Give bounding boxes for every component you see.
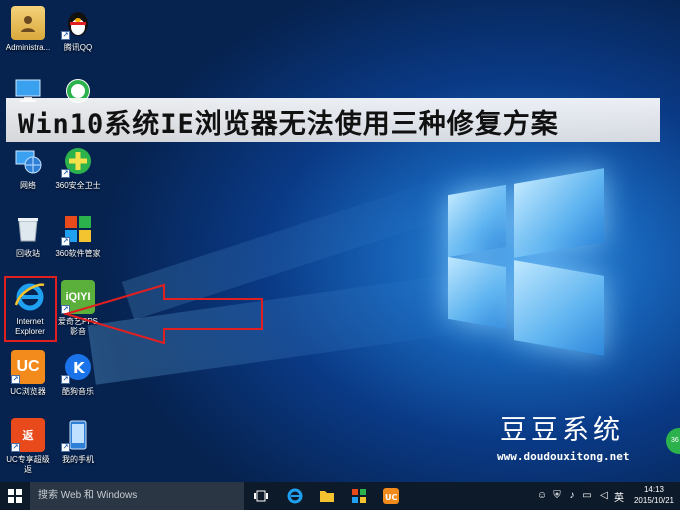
desktop-icon-360-software-manager[interactable]: ↗ 360软件管家 bbox=[50, 212, 106, 259]
desktop-icon-360-security[interactable]: ↗ 360安全卫士 bbox=[50, 144, 106, 191]
desktop-icon-network[interactable]: 网络 bbox=[0, 144, 56, 191]
search-input[interactable]: 搜索 Web 和 Windows bbox=[30, 482, 244, 510]
speaker-icon[interactable]: ♪ bbox=[566, 490, 578, 502]
kugou-icon: K ↗ bbox=[61, 350, 95, 384]
desktop-icon-label: 回收站 bbox=[16, 249, 40, 258]
desktop-icon-my-phone[interactable]: ↗ 我的手机 bbox=[50, 418, 106, 465]
desktop-icon-label: 360安全卫士 bbox=[55, 181, 101, 190]
desktop-icon-label: 腾讯QQ bbox=[63, 43, 93, 52]
task-view-icon bbox=[254, 490, 268, 502]
desktop[interactable]: Administra... 网络 回收站 Internet Explorer U… bbox=[0, 0, 680, 482]
uc-browser-icon: UC bbox=[383, 488, 399, 504]
clock[interactable]: 14:13 2015/10/21 bbox=[630, 484, 678, 506]
wallpaper-window-pane bbox=[448, 184, 506, 258]
shortcut-arrow-icon: ↗ bbox=[11, 375, 20, 384]
pointer-arrow-icon bbox=[62, 283, 263, 345]
windows-logo-icon bbox=[8, 489, 22, 503]
desktop-icon-uc-rebate[interactable]: 返 ↗ UC专享超级返 bbox=[0, 418, 56, 475]
folder-icon bbox=[320, 491, 334, 502]
taskbar-store-button[interactable] bbox=[344, 482, 374, 510]
desktop-icon-label: UC浏览器 bbox=[10, 387, 46, 396]
clock-time: 14:13 bbox=[643, 485, 665, 494]
desktop-icon-label: Administra... bbox=[5, 43, 51, 52]
desktop-icon-uc-browser[interactable]: UC ↗ UC浏览器 bbox=[0, 350, 56, 397]
shortcut-arrow-icon: ↗ bbox=[61, 31, 70, 40]
wallpaper-window-pane bbox=[514, 168, 604, 258]
volume-icon[interactable]: ◁ bbox=[598, 490, 610, 502]
shortcut-arrow-icon: ↗ bbox=[61, 169, 70, 178]
desktop-icon-label: 360软件管家 bbox=[55, 249, 101, 258]
taskbar-explorer-button[interactable] bbox=[312, 482, 342, 510]
shortcut-arrow-icon: ↗ bbox=[61, 443, 70, 452]
title-banner: Win10系统IE浏览器无法使用三种修复方案 bbox=[6, 98, 660, 142]
360-software-manager-icon: ↗ bbox=[61, 212, 95, 246]
desktop-icon-administrator[interactable]: Administra... bbox=[0, 6, 56, 53]
people-icon[interactable]: ☺ bbox=[536, 490, 548, 502]
desktop-icon-label: 网络 bbox=[20, 181, 36, 190]
taskbar-uc-button[interactable]: UC bbox=[376, 482, 406, 510]
edge-icon bbox=[287, 488, 303, 504]
brand-name: 豆豆系统 bbox=[500, 415, 624, 446]
uc-browser-icon: UC ↗ bbox=[11, 350, 45, 384]
wallpaper-window-pane bbox=[448, 256, 506, 330]
desktop-icon-label: 我的手机 bbox=[62, 455, 94, 464]
wallpaper-window-pane bbox=[514, 260, 604, 356]
360-security-icon: ↗ bbox=[61, 144, 95, 178]
shortcut-arrow-icon: ↗ bbox=[61, 237, 70, 246]
banner-title: Win10系统IE浏览器无法使用三种修复方案 bbox=[18, 109, 559, 140]
shield-icon[interactable]: ⛨ bbox=[551, 490, 563, 502]
desktop-icon-label: UC专享超级返 bbox=[6, 455, 50, 474]
recycle-bin-icon bbox=[11, 212, 45, 246]
ie-highlight-box bbox=[4, 276, 57, 342]
taskbar: 搜索 Web 和 Windows UC ☺ ⛨ ♪ ▭ ◁ 英 14:13 20… bbox=[0, 482, 680, 510]
user-folder-icon bbox=[11, 6, 45, 40]
clock-date: 2015/10/21 bbox=[633, 496, 675, 505]
start-button[interactable] bbox=[0, 482, 30, 510]
svg-text:UC: UC bbox=[385, 493, 397, 502]
desktop-icon-qq[interactable]: ↗ 腾讯QQ bbox=[50, 6, 106, 53]
desktop-icon-recycle-bin[interactable]: 回收站 bbox=[0, 212, 56, 259]
taskbar-edge-button[interactable] bbox=[280, 482, 310, 510]
desktop-icon-label: 酷狗音乐 bbox=[62, 387, 94, 396]
shortcut-arrow-icon: ↗ bbox=[61, 375, 70, 384]
uc-rebate-icon: 返 ↗ bbox=[11, 418, 45, 452]
task-view-button[interactable] bbox=[246, 482, 276, 510]
qq-penguin-icon: ↗ bbox=[61, 6, 95, 40]
network-icon[interactable]: ▭ bbox=[581, 490, 593, 502]
store-icon bbox=[352, 489, 366, 503]
network-globe-icon bbox=[11, 144, 45, 178]
svg-text:K: K bbox=[73, 359, 86, 377]
desktop-icon-kugou[interactable]: K ↗ 酷狗音乐 bbox=[50, 350, 106, 397]
shortcut-arrow-icon: ↗ bbox=[11, 443, 20, 452]
ime-indicator[interactable]: 英 bbox=[614, 489, 624, 504]
brand-url: www.doudouxitong.net bbox=[497, 450, 630, 463]
side-badge-icon[interactable]: 36 bbox=[666, 428, 680, 454]
my-phone-icon: ↗ bbox=[61, 418, 95, 452]
